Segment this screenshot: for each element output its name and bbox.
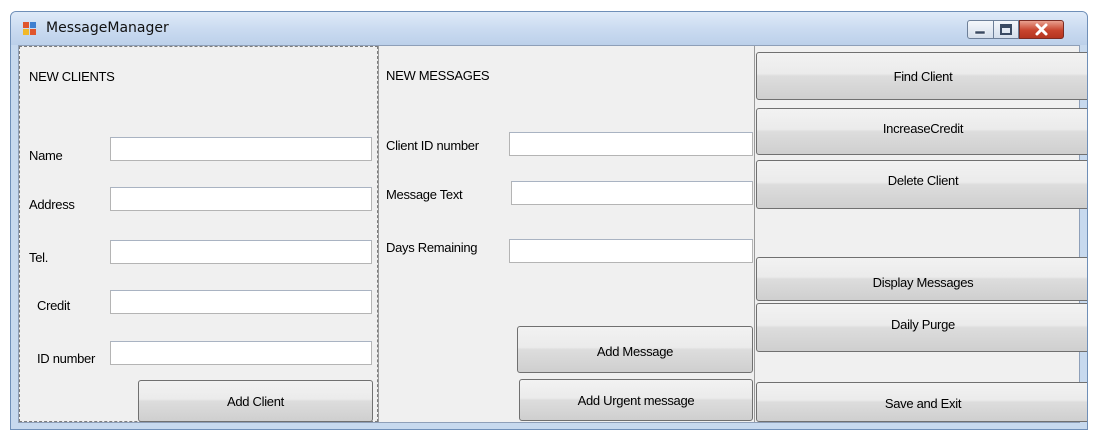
new-messages-heading: NEW MESSAGES bbox=[386, 68, 490, 83]
save-and-exit-button[interactable]: Save and Exit bbox=[756, 382, 1087, 422]
client-id-input[interactable] bbox=[509, 132, 753, 156]
add-message-label: Add Message bbox=[596, 344, 674, 359]
credit-label: Credit bbox=[37, 298, 70, 313]
increase-credit-button[interactable]: IncreaseCredit bbox=[756, 108, 1087, 155]
increase-credit-label: IncreaseCredit bbox=[882, 121, 964, 136]
new-clients-heading: NEW CLIENTS bbox=[29, 69, 115, 84]
daily-purge-label: Daily Purge bbox=[891, 317, 955, 332]
name-input[interactable] bbox=[110, 137, 372, 161]
tel-input[interactable] bbox=[110, 240, 372, 264]
client-id-label: Client ID number bbox=[386, 138, 479, 153]
display-messages-button[interactable]: Display Messages bbox=[756, 257, 1087, 301]
minimize-button[interactable] bbox=[967, 20, 994, 39]
address-label: Address bbox=[29, 197, 75, 212]
add-client-label: Add Client bbox=[227, 394, 284, 409]
close-button[interactable] bbox=[1019, 20, 1064, 39]
id-number-label: ID number bbox=[37, 351, 95, 366]
id-number-input[interactable] bbox=[110, 341, 372, 365]
save-and-exit-label: Save and Exit bbox=[884, 396, 962, 411]
window-title: MessageManager bbox=[46, 20, 169, 36]
delete-client-label: Delete Client bbox=[887, 173, 959, 188]
maximize-button[interactable] bbox=[993, 20, 1019, 39]
add-message-button[interactable]: Add Message bbox=[517, 326, 753, 373]
form-client-area: NEW CLIENTS Name Address Tel. Credit ID … bbox=[18, 45, 1087, 423]
find-client-label: Find Client bbox=[893, 69, 953, 84]
daily-purge-button[interactable]: Daily Purge bbox=[756, 303, 1087, 352]
message-text-label: Message Text bbox=[386, 187, 463, 202]
add-client-button[interactable]: Add Client bbox=[138, 380, 373, 422]
add-urgent-message-button[interactable]: Add Urgent message bbox=[519, 379, 753, 421]
title-bar[interactable]: MessageManager bbox=[11, 12, 1087, 45]
credit-input[interactable] bbox=[110, 290, 372, 314]
close-icon bbox=[1035, 23, 1048, 36]
minimize-icon bbox=[974, 30, 986, 35]
add-urgent-message-label: Add Urgent message bbox=[577, 393, 695, 408]
message-text-input[interactable] bbox=[511, 181, 753, 205]
tel-label: Tel. bbox=[29, 250, 49, 265]
name-label: Name bbox=[29, 148, 63, 163]
maximize-icon bbox=[1000, 24, 1012, 35]
days-remaining-label: Days Remaining bbox=[386, 240, 478, 255]
delete-client-button[interactable]: Delete Client bbox=[756, 160, 1087, 209]
find-client-button[interactable]: Find Client bbox=[756, 52, 1087, 100]
address-input[interactable] bbox=[110, 187, 372, 211]
new-clients-panel: NEW CLIENTS Name Address Tel. Credit ID … bbox=[19, 46, 378, 422]
app-icon bbox=[23, 22, 37, 36]
new-messages-panel: NEW MESSAGES Client ID number Message Te… bbox=[378, 46, 755, 422]
display-messages-label: Display Messages bbox=[872, 275, 974, 290]
message-manager-window: MessageManager NEW CLIENTS Name Address bbox=[10, 11, 1088, 430]
days-remaining-input[interactable] bbox=[509, 239, 753, 263]
